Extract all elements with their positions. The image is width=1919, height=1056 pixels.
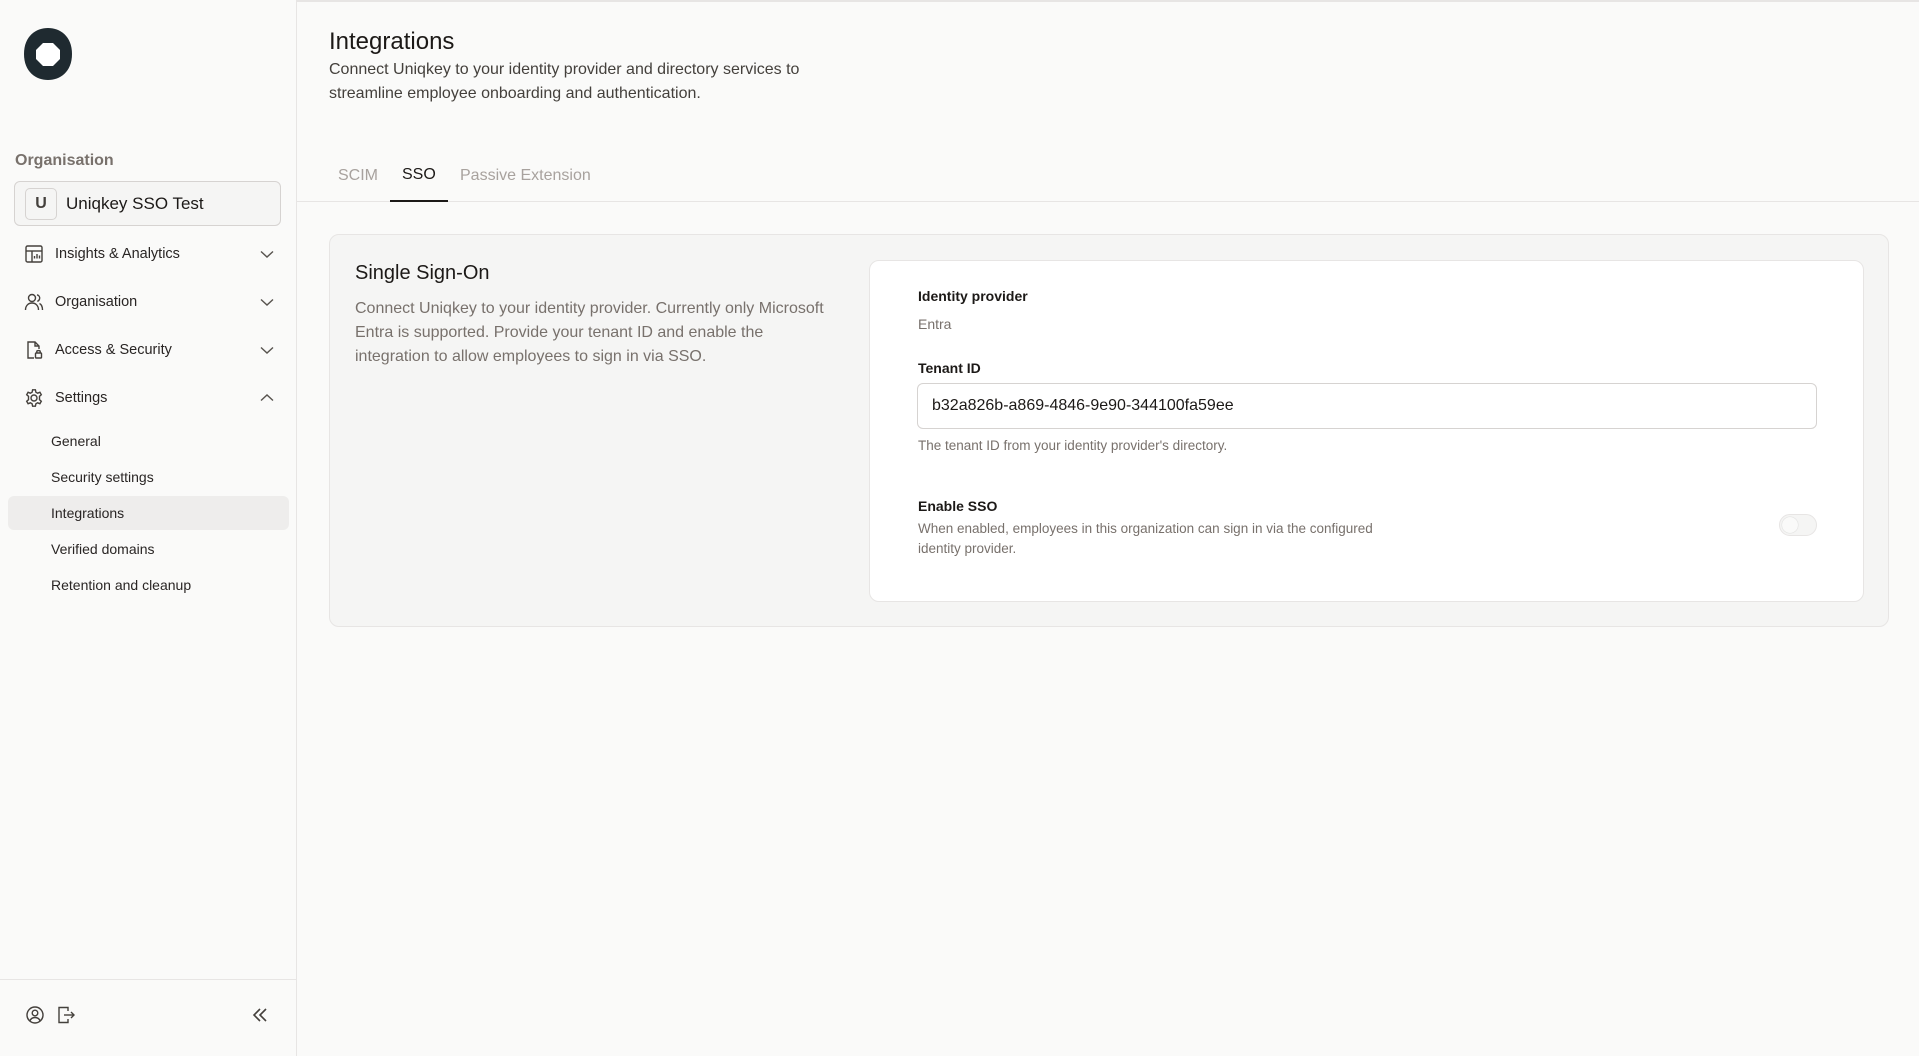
sidebar-item-label: Access & Security (55, 342, 172, 358)
tenant-id-help: The tenant ID from your identity provide… (918, 438, 1228, 453)
chevron-up-icon (259, 390, 275, 406)
page-description: Connect Uniqkey to your identity provide… (329, 61, 800, 102)
sidebar-item-settings[interactable]: Settings (8, 374, 289, 422)
sidebar: Organisation U Uniqkey SSO Test Insights… (0, 0, 297, 1056)
settings-subnav: General Security settings Integrations V… (8, 424, 289, 602)
sso-title: Single Sign-On (355, 262, 490, 284)
sidebar-item-insights-analytics[interactable]: Insights & Analytics (8, 230, 289, 278)
tab-passive-extension[interactable]: Passive Extension (448, 150, 603, 202)
toggle-knob (1782, 517, 1798, 533)
enable-sso-label: Enable SSO (918, 498, 998, 514)
identity-provider-value: Entra (918, 316, 952, 332)
chart-layout-icon (24, 244, 44, 264)
sidebar-footer (0, 979, 296, 1056)
sso-card: Single Sign-On Connect Uniqkey to your i… (329, 234, 1889, 627)
sidebar-item-label: Settings (55, 390, 108, 406)
enable-sso-toggle[interactable] (1779, 514, 1817, 536)
org-selector[interactable]: U Uniqkey SSO Test (14, 181, 281, 226)
page-title: Integrations (329, 28, 455, 55)
tab-scim[interactable]: SCIM (326, 150, 390, 202)
sidebar-item-label: Insights & Analytics (55, 246, 180, 262)
chevron-down-icon (259, 294, 275, 310)
chevrons-left-icon (250, 1005, 270, 1030)
sso-settings-panel: Identity provider Entra Tenant ID The te… (869, 260, 1864, 602)
sso-description: Connect Uniqkey to your identity provide… (355, 300, 824, 365)
sidebar-item-retention-cleanup[interactable]: Retention and cleanup (8, 568, 289, 602)
gear-icon (24, 388, 44, 408)
sidebar-item-general[interactable]: General (8, 424, 289, 458)
enable-sso-help: When enabled, employees in this organiza… (918, 521, 1373, 556)
org-avatar: U (25, 187, 57, 220)
logout-button[interactable] (54, 1005, 78, 1029)
sidebar-nav: Insights & Analytics Organisation Access… (8, 230, 289, 604)
org-heading: Organisation (15, 152, 114, 169)
tab-sso[interactable]: SSO (390, 150, 448, 202)
sidebar-item-organisation[interactable]: Organisation (8, 278, 289, 326)
main-content: Integrations Connect Uniqkey to your ide… (297, 0, 1919, 1056)
org-name: Uniqkey SSO Test (66, 193, 204, 213)
tenant-id-input[interactable] (917, 383, 1817, 429)
sidebar-item-access-security[interactable]: Access & Security (8, 326, 289, 374)
sidebar-item-verified-domains[interactable]: Verified domains (8, 532, 289, 566)
integration-tabs: SCIM SSO Passive Extension (297, 150, 1919, 202)
sidebar-item-security-settings[interactable]: Security settings (8, 460, 289, 494)
sidebar-item-label: Organisation (55, 294, 138, 310)
uniqkey-logo[interactable] (22, 26, 74, 82)
profile-button[interactable] (23, 1005, 47, 1029)
sidebar-item-integrations[interactable]: Integrations (8, 496, 289, 530)
logout-icon (56, 1005, 76, 1030)
chevron-down-icon (259, 246, 275, 262)
top-divider (297, 0, 1919, 2)
identity-provider-label: Identity provider (918, 288, 1028, 304)
collapse-sidebar-button[interactable] (248, 1005, 272, 1029)
chevron-down-icon (259, 342, 275, 358)
tenant-id-label: Tenant ID (918, 360, 981, 376)
file-lock-icon (24, 340, 44, 360)
users-icon (24, 292, 44, 312)
user-circle-icon (25, 1005, 45, 1030)
